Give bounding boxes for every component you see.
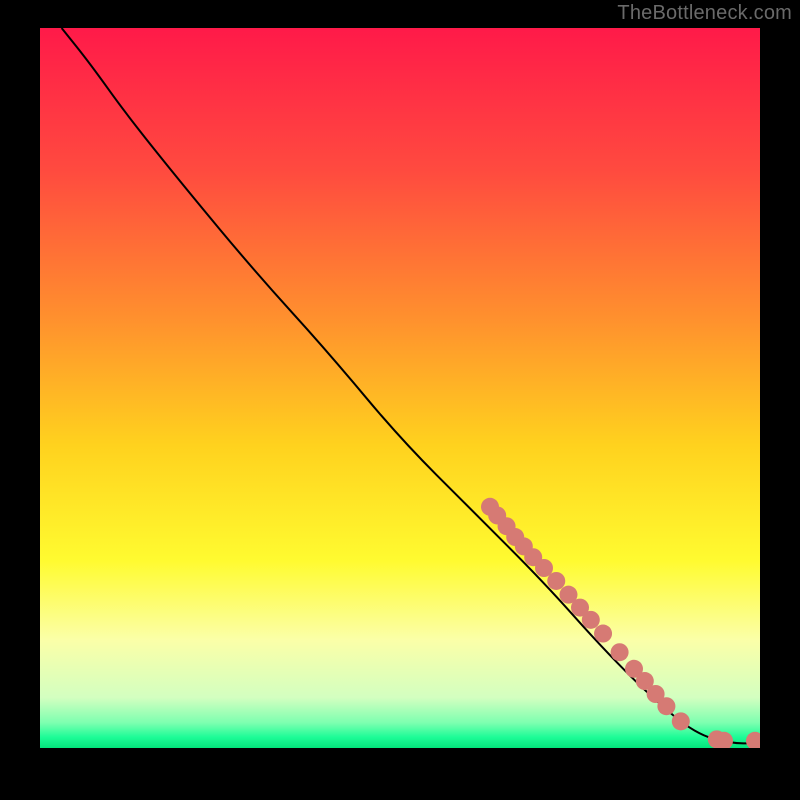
data-point — [547, 572, 565, 590]
gradient-background — [40, 28, 760, 748]
chart-svg — [40, 28, 760, 748]
data-point — [582, 611, 600, 629]
data-point — [657, 697, 675, 715]
chart-stage: TheBottleneck.com — [0, 0, 800, 800]
data-point — [611, 643, 629, 661]
chart-plot-area — [40, 28, 760, 748]
attribution-text: TheBottleneck.com — [617, 2, 792, 25]
data-point — [594, 625, 612, 643]
data-point — [672, 712, 690, 730]
